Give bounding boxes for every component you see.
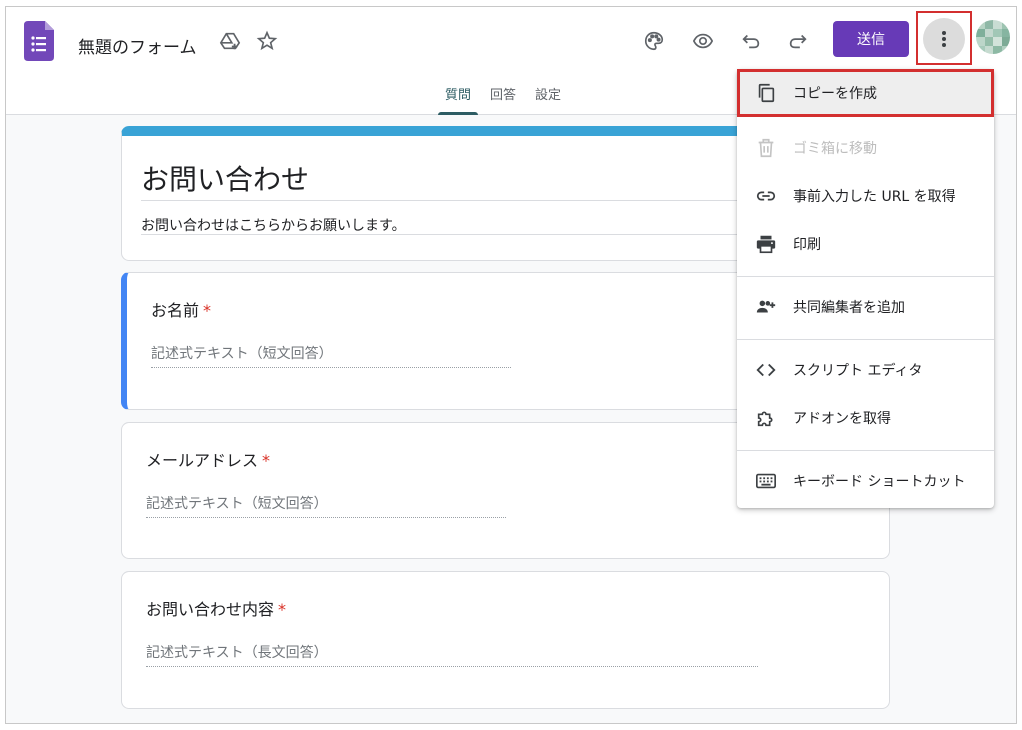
more-options-highlight (916, 11, 972, 65)
print-icon (755, 233, 777, 255)
redo-icon[interactable] (782, 25, 814, 57)
answer-line (151, 367, 511, 368)
link-icon (755, 185, 777, 207)
add-people-icon (755, 296, 777, 318)
required-mark: * (262, 451, 271, 470)
send-button[interactable]: 送信 (833, 21, 909, 57)
question-label[interactable]: お名前 * (151, 297, 211, 321)
form-description[interactable]: お問い合わせはこちらからお願いします。 (141, 215, 406, 235)
palette-icon[interactable] (638, 25, 670, 57)
question-title: お問い合わせ内容 (146, 600, 275, 619)
account-avatar[interactable] (976, 20, 1010, 54)
menu-item-label: 印刷 (793, 237, 821, 253)
answer-line (146, 666, 758, 667)
question-title: メールアドレス (146, 451, 259, 470)
tab-settings[interactable]: 設定 (528, 79, 568, 115)
question-label[interactable]: お問い合わせ内容 * (146, 596, 286, 620)
menu-item-move-to-trash[interactable]: ゴミ箱に移動 (737, 124, 994, 172)
tab-responses[interactable]: 回答 (483, 79, 523, 115)
more-options-button[interactable] (923, 18, 965, 60)
keyboard-icon (755, 470, 777, 492)
tab-questions[interactable]: 質問 (438, 79, 479, 115)
copy-icon (755, 82, 777, 104)
menu-divider (737, 450, 994, 451)
menu-item-keyboard-shortcuts[interactable]: キーボード ショートカット (737, 457, 994, 505)
question-card-inquiry[interactable]: お問い合わせ内容 * 記述式テキスト（長文回答） (121, 571, 890, 709)
form-title[interactable]: お問い合わせ (141, 158, 309, 198)
menu-item-label: スクリプト エディタ (793, 363, 923, 379)
menu-item-label: ゴミ箱に移動 (793, 141, 877, 157)
menu-item-add-collaborators[interactable]: 共同編集者を追加 (737, 283, 994, 331)
form-tabs: 質問 回答 設定 (438, 79, 573, 115)
menu-item-script-editor[interactable]: スクリプト エディタ (737, 346, 994, 394)
menu-item-get-addons[interactable]: アドオンを取得 (737, 394, 994, 442)
more-vert-icon (942, 31, 946, 47)
menu-divider (737, 276, 994, 277)
menu-item-label: キーボード ショートカット (793, 474, 966, 490)
menu-item-prefilled-url[interactable]: 事前入力した URL を取得 (737, 172, 994, 220)
menu-item-make-copy[interactable]: コピーを作成 (737, 69, 994, 117)
question-title: お名前 (151, 301, 200, 320)
preview-eye-icon[interactable] (687, 25, 719, 57)
menu-item-label: アドオンを取得 (793, 411, 891, 427)
short-answer-hint: 記述式テキスト（短文回答） (151, 346, 333, 362)
undo-icon[interactable] (735, 25, 767, 57)
menu-divider (737, 339, 994, 340)
move-to-drive-icon[interactable] (214, 25, 246, 57)
code-icon (755, 359, 777, 381)
trash-icon (755, 137, 777, 159)
more-options-menu: コピーを作成 ゴミ箱に移動 事前入力した URL を取得 印刷 共同編集者を追加… (737, 69, 994, 508)
puzzle-icon (755, 407, 777, 429)
required-mark: * (203, 301, 212, 320)
document-title[interactable]: 無題のフォーム (78, 33, 197, 58)
short-answer-hint: 記述式テキスト（短文回答） (146, 496, 328, 512)
answer-line (146, 517, 506, 518)
question-label[interactable]: メールアドレス * (146, 447, 270, 471)
menu-item-print[interactable]: 印刷 (737, 220, 994, 268)
forms-logo-icon[interactable] (24, 21, 54, 61)
required-mark: * (278, 600, 287, 619)
menu-item-label: 共同編集者を追加 (793, 300, 905, 316)
app-window: 無題のフォーム 送信 質問 回答 設定 お問い合わせ お問い合わせはこちらからお… (5, 6, 1017, 724)
star-icon[interactable] (251, 25, 283, 57)
long-answer-hint: 記述式テキスト（長文回答） (146, 645, 328, 661)
menu-item-label: 事前入力した URL を取得 (793, 189, 956, 205)
menu-item-label: コピーを作成 (793, 86, 877, 102)
